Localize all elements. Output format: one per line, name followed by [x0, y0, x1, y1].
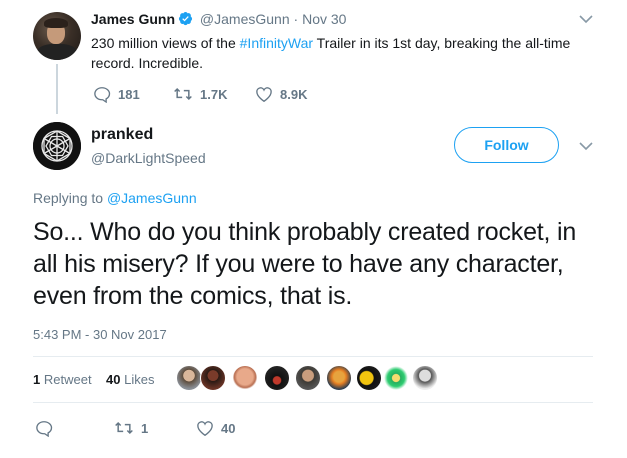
liker-avatar-2[interactable] — [200, 365, 226, 391]
likes-stat[interactable]: 40 Likes — [106, 372, 154, 387]
liker-avatar-6[interactable] — [326, 365, 352, 391]
liker-avatar-4[interactable] — [264, 365, 290, 391]
liker-avatar-3[interactable] — [232, 365, 258, 391]
retweet-button[interactable]: 1.7K — [173, 84, 227, 104]
main-author-handle[interactable]: @DarkLightSpeed — [91, 150, 206, 166]
reply-icon — [36, 420, 53, 437]
parent-date[interactable]: Nov 30 — [302, 11, 346, 27]
main-avatar[interactable] — [33, 122, 81, 170]
parent-tweet[interactable]: James Gunn @JamesGunn · Nov 30 230 milli… — [0, 0, 627, 114]
heart-icon — [256, 86, 272, 102]
main-retweet-count: 1 — [141, 420, 149, 436]
reply-icon — [94, 86, 111, 103]
chevron-down-icon[interactable] — [579, 14, 593, 24]
header-separator: · — [293, 11, 299, 27]
more-options-chevron-icon[interactable] — [579, 141, 593, 151]
tweet-timestamp[interactable]: 5:43 PM - 30 Nov 2017 — [33, 327, 167, 342]
main-like-button[interactable]: 40 — [196, 418, 235, 438]
main-retweet-button[interactable]: 1 — [114, 418, 148, 438]
retweet-count: 1.7K — [200, 86, 228, 102]
liker-avatar-1[interactable] — [176, 365, 202, 391]
retweet-icon — [174, 87, 192, 101]
hashtag-link[interactable]: #InfinityWar — [240, 35, 313, 51]
retweet-icon — [115, 421, 133, 435]
tweet-stats: 1 Retweet 40 Likes — [33, 372, 154, 387]
replying-to: Replying to @JamesGunn — [33, 190, 197, 206]
parent-author-handle[interactable]: @JamesGunn — [200, 11, 290, 27]
reply-button[interactable]: 181 — [93, 84, 140, 104]
parent-avatar[interactable] — [33, 12, 81, 60]
liker-avatar-9[interactable] — [412, 365, 438, 391]
main-tweet-text: So... Who do you think probably created … — [33, 218, 577, 310]
geometric-pattern-icon — [33, 122, 81, 170]
parent-author-name[interactable]: James Gunn — [91, 11, 175, 27]
parent-tweet-text: 230 million views of the #InfinityWar Tr… — [91, 33, 596, 73]
follow-button[interactable]: Follow — [454, 127, 559, 163]
like-button[interactable]: 8.9K — [255, 84, 307, 104]
like-count: 8.9K — [280, 86, 308, 102]
main-author-name[interactable]: pranked — [91, 126, 153, 144]
thread-line — [56, 64, 58, 114]
main-reply-button[interactable] — [35, 418, 60, 438]
verified-badge-icon — [178, 11, 193, 29]
reply-count: 181 — [118, 86, 140, 102]
retweets-stat[interactable]: 1 Retweet — [33, 372, 92, 387]
replying-prefix: Replying to — [33, 190, 104, 206]
liker-avatar-8[interactable] — [383, 365, 409, 391]
main-like-count: 40 — [221, 420, 236, 436]
divider-bottom — [33, 402, 593, 403]
heart-icon — [197, 420, 213, 436]
replying-to-mention[interactable]: @JamesGunn — [107, 190, 197, 206]
divider-top — [33, 356, 593, 357]
liker-avatar-5[interactable] — [295, 365, 321, 391]
parent-header: James Gunn @JamesGunn · Nov 30 — [91, 11, 346, 29]
parent-text-before: 230 million views of the — [91, 35, 240, 51]
liker-avatar-7[interactable] — [356, 365, 382, 391]
